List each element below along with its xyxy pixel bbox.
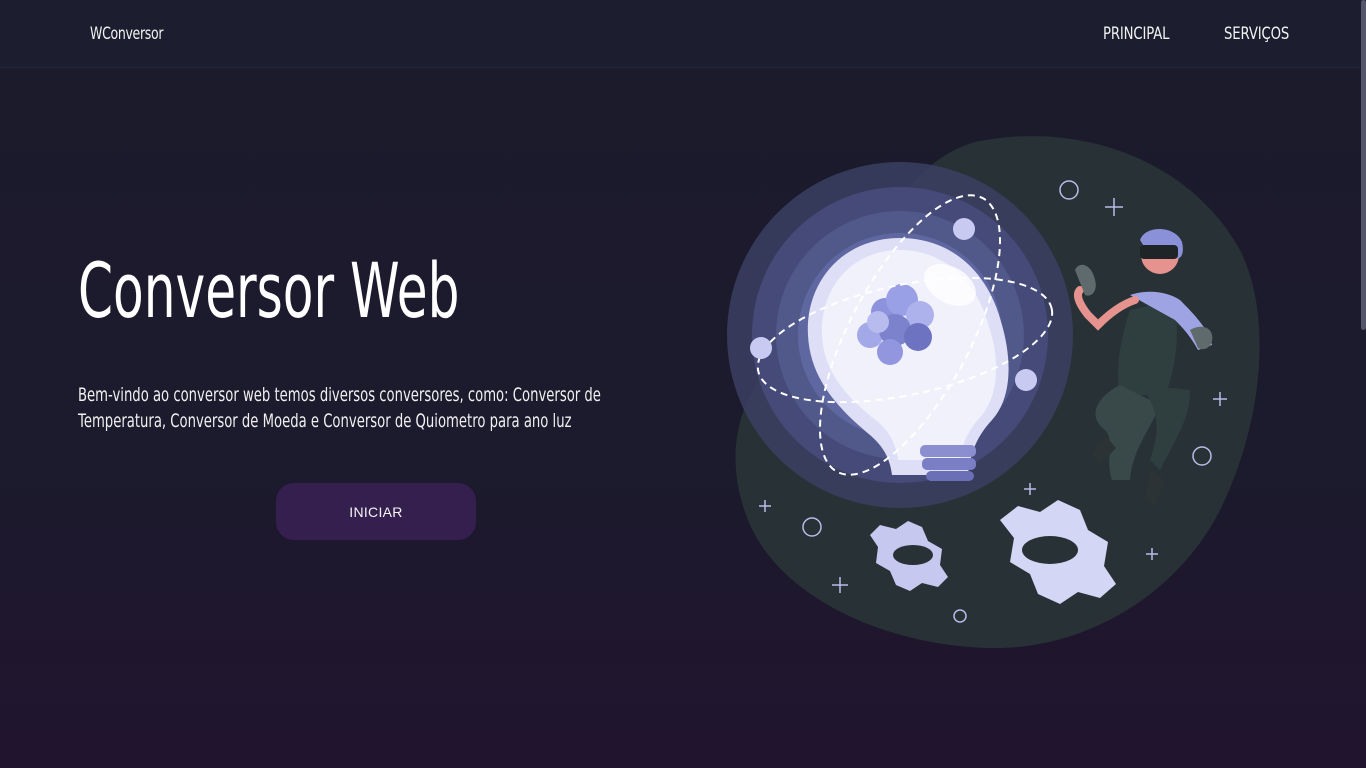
hero-title: Conversor Web xyxy=(78,246,460,335)
brand-logo[interactable]: WConversor xyxy=(90,24,163,44)
start-button[interactable]: INICIAR xyxy=(276,483,476,540)
navbar: WConversor PRINCIPAL SERVIÇOS xyxy=(0,0,1366,68)
scrollbar-thumb[interactable] xyxy=(1361,0,1366,330)
hero-description: Bem-vindo ao conversor web temos diverso… xyxy=(78,384,601,432)
hero-illustration xyxy=(727,136,1260,649)
nav-link-servicos[interactable]: SERVIÇOS xyxy=(1224,24,1289,44)
scrollbar[interactable] xyxy=(1360,0,1366,768)
nav-link-principal[interactable]: PRINCIPAL xyxy=(1103,24,1170,44)
